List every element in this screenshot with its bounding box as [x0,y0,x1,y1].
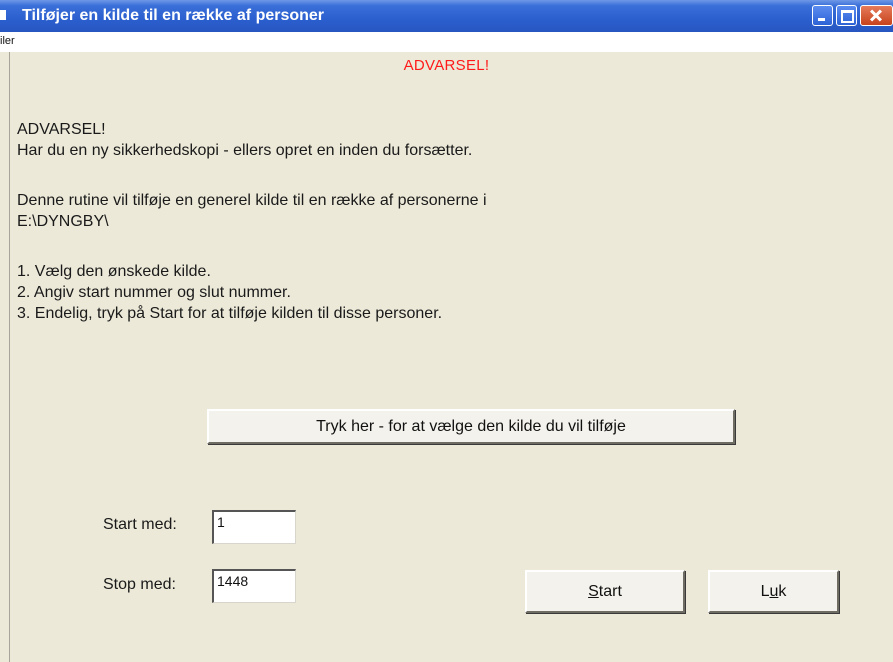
start-button-label: Start [588,583,622,601]
warning-line: ADVARSEL! [17,121,106,138]
start-button[interactable]: Start [525,570,685,613]
description-line: Denne rutine vil tilføje en generel kild… [17,192,487,209]
choose-source-label: Tryk her - for at vælge den kilde du vil… [316,417,626,435]
step-2: 2. Angiv start nummer og slut nummer. [17,284,291,301]
backup-notice: Har du en ny sikkerhedskopi - ellers opr… [17,142,473,159]
warning-heading: ADVARSEL! [403,57,490,74]
maximize-button[interactable] [836,5,857,26]
title-bar[interactable]: Tilføjer en kilde til en række af person… [0,0,893,32]
step-1: 1. Vælg den ønskede kilde. [17,263,211,280]
close-window-button[interactable] [860,5,893,26]
close-label-rest: k [778,582,787,600]
minimize-button[interactable] [812,5,833,26]
stop-number-value: 1448 [217,573,249,589]
stop-number-input[interactable]: 1448 [212,569,296,603]
step-3: 3. Endelig, tryk på Start for at tilføje… [17,305,443,322]
start-mnemonic: S [588,582,599,600]
menu-item-filer[interactable]: iler [0,35,15,47]
window-left-edge [0,52,10,662]
close-label-prefix: L [760,582,770,600]
start-number-input[interactable]: 1 [212,510,296,544]
start-with-label: Start med: [103,516,177,533]
window-title: Tilføjer en kilde til en række af person… [22,7,325,24]
close-button-label: Luk [761,583,787,601]
choose-source-button[interactable]: Tryk her - for at vælge den kilde du vil… [207,409,735,444]
close-button[interactable]: Luk [708,570,839,613]
database-path: E:\DYNGBY\ [17,213,109,230]
start-number-value: 1 [217,514,225,530]
app-icon[interactable] [0,10,6,20]
menu-bar: iler [0,32,893,52]
start-label-rest: tart [598,582,622,600]
stop-with-label: Stop med: [103,576,176,593]
